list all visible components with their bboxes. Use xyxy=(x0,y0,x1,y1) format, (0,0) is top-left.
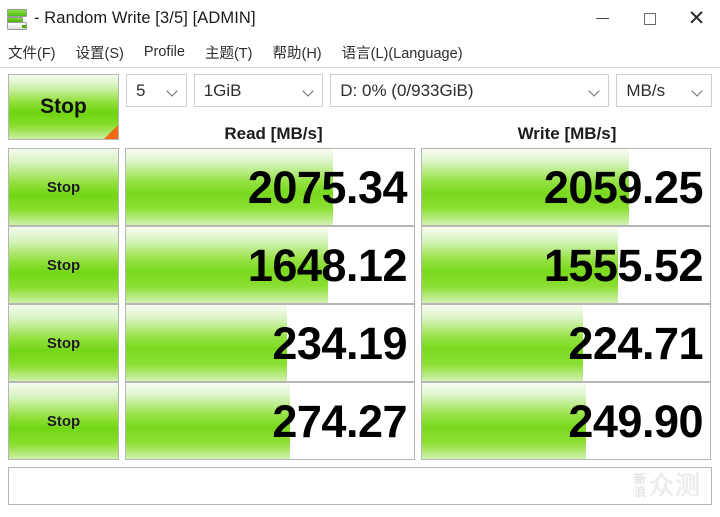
test-count-value: 5 xyxy=(136,80,146,100)
close-button[interactable]: ✕ xyxy=(673,4,720,34)
test-size-value: 1GiB xyxy=(203,80,242,100)
menu-settings[interactable]: 设置(S) xyxy=(76,42,124,63)
table-row: Stop 274.27 249.90 xyxy=(8,382,712,460)
maximize-button[interactable] xyxy=(626,4,673,34)
menu-file[interactable]: 文件(F) xyxy=(8,42,56,63)
menu-language[interactable]: 语言(L)(Language) xyxy=(342,42,463,63)
write-score-value: 249.90 xyxy=(568,395,703,447)
test-count-select[interactable]: 5 xyxy=(126,74,187,107)
window-title: - Random Write [3/5] [ADMIN] xyxy=(34,9,256,27)
table-row: Stop 1648.12 1555.52 xyxy=(8,226,712,304)
read-score-1: 2075.34 xyxy=(125,148,415,226)
title-bar: - Random Write [3/5] [ADMIN] ✕ xyxy=(0,0,720,37)
crystaldiskmark-window: - Random Write [3/5] [ADMIN] ✕ 文件(F) 设置(… xyxy=(0,0,720,517)
menu-profile[interactable]: Profile xyxy=(144,44,185,60)
all-stop-label: Stop xyxy=(40,95,87,118)
read-score-2: 1648.12 xyxy=(125,226,415,304)
menu-theme[interactable]: 主题(T) xyxy=(205,42,253,63)
row-stop-label: Stop xyxy=(46,178,81,196)
menu-bar: 文件(F) 设置(S) Profile 主题(T) 帮助(H) 语言(L)(La… xyxy=(0,37,720,68)
read-score-fill xyxy=(126,383,291,459)
watermark-big: 众测 xyxy=(648,471,701,500)
table-row: Stop 234.19 224.71 xyxy=(8,304,712,382)
crystaldiskmark-icon xyxy=(6,8,28,30)
menu-help[interactable]: 帮助(H) xyxy=(272,42,321,63)
watermark-small: 新 浪 xyxy=(634,473,646,498)
drive-select[interactable]: D: 0% (0/933GiB) xyxy=(330,74,610,107)
row-stop-label: Stop xyxy=(46,334,81,352)
watermark-small-bottom: 浪 xyxy=(633,484,646,499)
read-score-value: 2075.34 xyxy=(247,161,408,213)
write-score-4: 249.90 xyxy=(421,382,711,460)
watermark: 新 浪 众测 xyxy=(634,472,701,499)
toolbar: Stop 5 1GiB D: 0% (0/933GiB) MB/s xyxy=(8,68,712,140)
write-score-value: 224.71 xyxy=(568,317,703,369)
read-score-value: 234.19 xyxy=(272,317,407,369)
write-score-2: 1555.52 xyxy=(421,226,711,304)
read-column-header: Read [MB/s] xyxy=(224,124,323,143)
row-stop-label: Stop xyxy=(46,412,81,430)
read-score-value: 1648.12 xyxy=(247,239,408,291)
status-bar: 新 浪 众测 xyxy=(8,467,712,505)
chevron-down-icon xyxy=(167,84,180,97)
progress-corner-indicator xyxy=(104,125,118,139)
minimize-icon xyxy=(596,18,609,19)
write-score-fill xyxy=(422,305,584,381)
minimize-button[interactable] xyxy=(579,4,626,34)
results-grid: Read [MB/s] Write [MB/s] Stop 2075.34 20… xyxy=(8,120,712,460)
write-score-3: 224.71 xyxy=(421,304,711,382)
window-controls: ✕ xyxy=(579,0,720,37)
drive-value: D: 0% (0/933GiB) xyxy=(340,80,474,100)
test-size-select[interactable]: 1GiB xyxy=(193,74,324,107)
row-stop-button-2[interactable]: Stop xyxy=(8,226,119,304)
write-score-fill xyxy=(422,383,587,459)
row-stop-button-3[interactable]: Stop xyxy=(8,304,119,382)
read-score-4: 274.27 xyxy=(125,382,415,460)
chevron-down-icon xyxy=(589,84,602,97)
chevron-down-icon xyxy=(303,84,316,97)
row-stop-label: Stop xyxy=(46,256,81,274)
row-stop-button-1[interactable]: Stop xyxy=(8,148,119,226)
watermark-small-top: 新 xyxy=(633,472,646,486)
write-score-value: 1555.52 xyxy=(543,239,704,291)
table-row: Stop 2075.34 2059.25 xyxy=(8,148,712,226)
close-icon: ✕ xyxy=(687,6,706,30)
write-score-value: 2059.25 xyxy=(543,161,704,213)
unit-select[interactable]: MB/s xyxy=(616,74,712,107)
read-score-3: 234.19 xyxy=(125,304,415,382)
read-score-value: 274.27 xyxy=(272,395,407,447)
unit-value: MB/s xyxy=(626,80,666,100)
maximize-icon xyxy=(643,12,656,25)
write-column-header: Write [MB/s] xyxy=(517,124,617,143)
all-stop-button[interactable]: Stop xyxy=(8,74,119,140)
row-stop-button-4[interactable]: Stop xyxy=(8,382,119,460)
chevron-down-icon xyxy=(692,84,705,97)
read-score-fill xyxy=(126,305,288,381)
write-score-1: 2059.25 xyxy=(421,148,711,226)
